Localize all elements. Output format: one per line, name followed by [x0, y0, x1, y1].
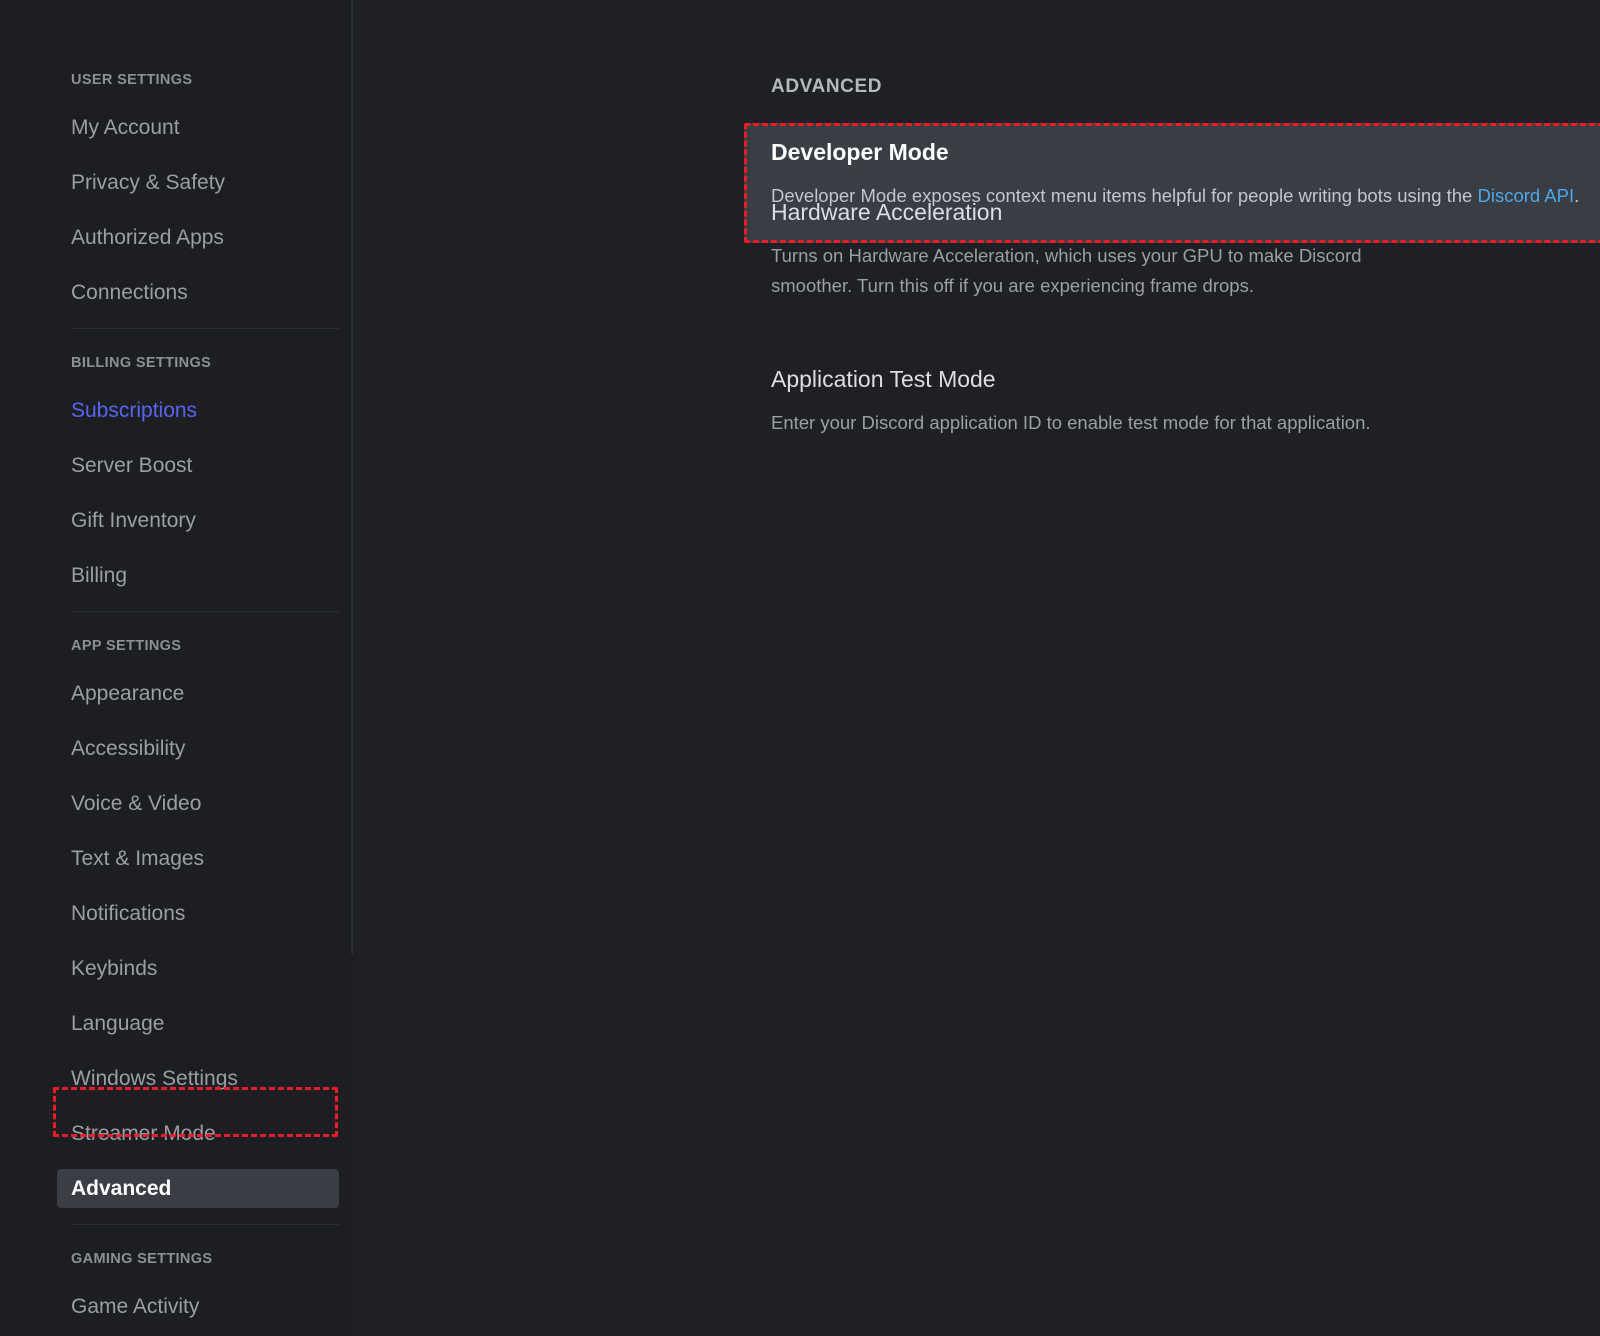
discord-api-link[interactable]: Discord API: [1477, 185, 1574, 206]
sidebar-item-voice-video[interactable]: Voice & Video: [0, 784, 353, 823]
sidebar-item-advanced[interactable]: Advanced: [57, 1169, 339, 1208]
application-test-mode-description: Enter your Discord application ID to ena…: [771, 412, 1371, 434]
sidebar-divider: [71, 328, 339, 329]
sidebar-section-header: APP SETTINGS: [71, 638, 182, 654]
sidebar-item-game-activity[interactable]: Game Activity: [0, 1287, 353, 1326]
sidebar-section-header: USER SETTINGS: [71, 72, 193, 88]
sidebar-item-appearance[interactable]: Appearance: [0, 674, 353, 713]
sidebar-item-my-account[interactable]: My Account: [0, 108, 353, 147]
sidebar-item-language[interactable]: Language: [0, 1004, 353, 1043]
hardware-acceleration-setting: Hardware Acceleration Turns on Hardware …: [771, 199, 1415, 300]
sidebar-item-notifications[interactable]: Notifications: [0, 894, 353, 933]
sidebar-item-accessibility[interactable]: Accessibility: [0, 729, 353, 768]
sidebar-section-header: GAMING SETTINGS: [71, 1251, 213, 1267]
sidebar-item-authorized-apps[interactable]: Authorized Apps: [0, 218, 353, 257]
sidebar-item-gift-inventory[interactable]: Gift Inventory: [0, 501, 353, 540]
hardware-acceleration-description: Turns on Hardware Acceleration, which us…: [771, 245, 1362, 296]
application-test-mode-setting: Application Test Mode Enter your Discord…: [771, 365, 1415, 438]
sidebar-item-billing[interactable]: Billing: [0, 556, 353, 595]
settings-window: USER SETTINGS My Account Privacy & Safety A…: [0, 0, 1600, 1336]
developer-mode-title: Developer Mode: [771, 139, 949, 165]
sidebar-section-header: BILLING SETTINGS: [71, 355, 212, 371]
sidebar-item-windows-settings[interactable]: Windows Settings: [0, 1059, 353, 1098]
sidebar-divider: [71, 611, 339, 612]
sidebar-item-connections[interactable]: Connections: [0, 273, 353, 312]
sidebar-divider: [71, 1224, 339, 1225]
sidebar-item-text-images[interactable]: Text & Images: [0, 839, 353, 878]
settings-sidebar: USER SETTINGS My Account Privacy & Safety A…: [0, 0, 353, 1336]
hardware-acceleration-title: Hardware Acceleration: [771, 199, 1003, 225]
sidebar-item-streamer-mode[interactable]: Streamer Mode: [0, 1114, 353, 1153]
developer-mode-description-text-after: .: [1574, 185, 1580, 207]
settings-content: ADVANCED Developer Mode Developer Mode e…: [353, 0, 1600, 1336]
sidebar-item-server-boost[interactable]: Server Boost: [0, 446, 353, 485]
sidebar-item-privacy-safety[interactable]: Privacy & Safety: [0, 163, 353, 202]
page-title: ADVANCED: [771, 76, 883, 97]
sidebar-item-subscriptions[interactable]: Subscriptions: [0, 391, 353, 430]
application-test-mode-title: Application Test Mode: [771, 365, 996, 392]
sidebar-item-keybinds[interactable]: Keybinds: [0, 949, 353, 988]
